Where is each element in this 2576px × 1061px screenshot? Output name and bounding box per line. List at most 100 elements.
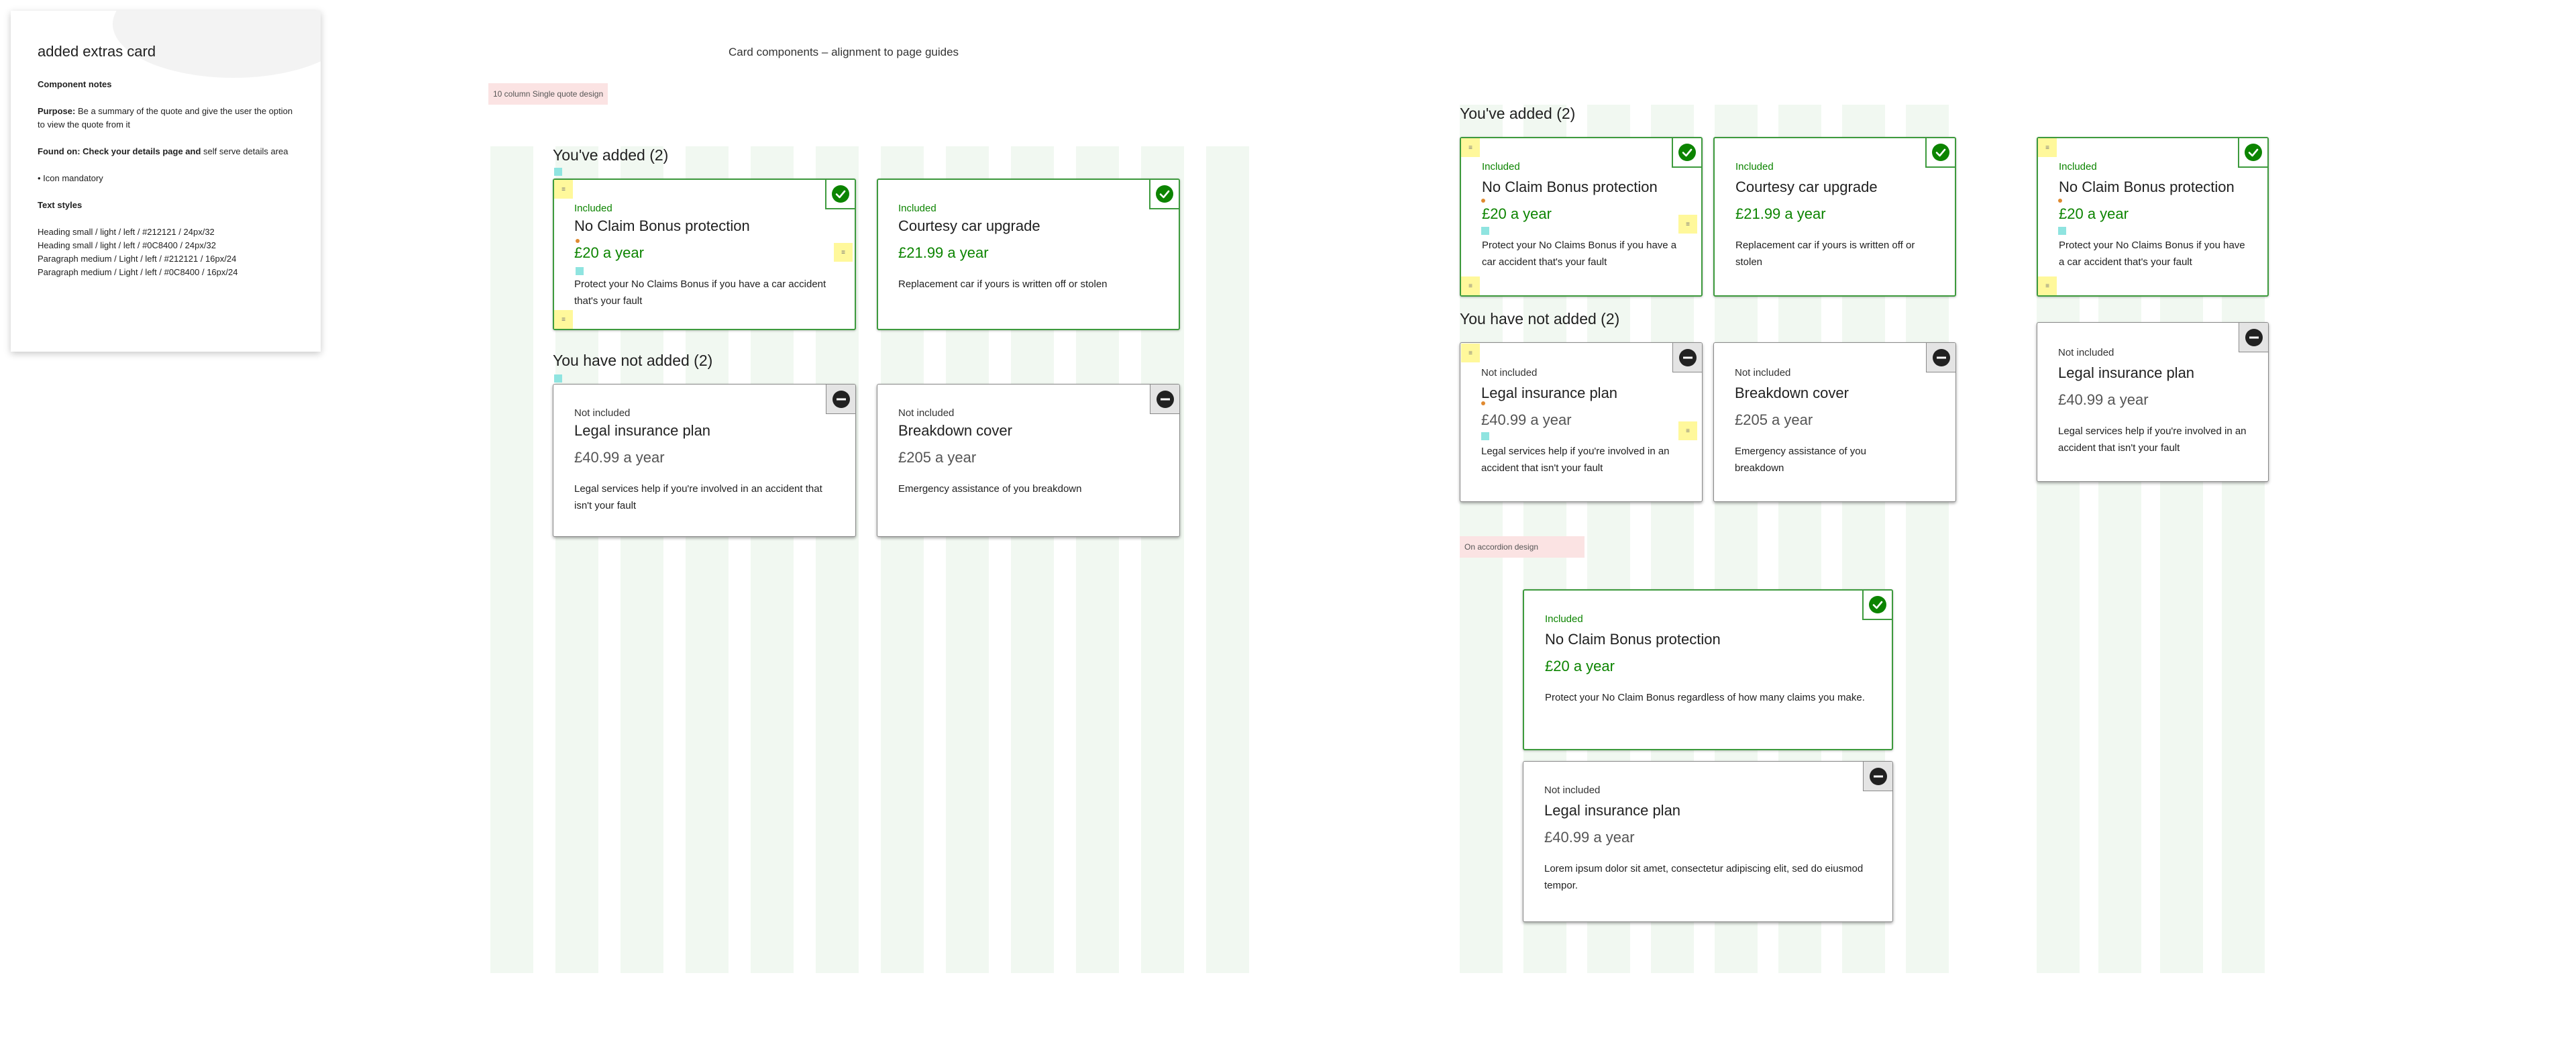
not-included-badge [1672,343,1702,372]
extra-card-courtesy[interactable]: Included Courtesy car upgrade £21.99 a y… [1713,137,1956,297]
card-status: Not included [2058,347,2114,358]
component-notes-label: Component notes [38,79,112,89]
extra-card-ncb-accordion[interactable]: Included No Claim Bonus protection £20 a… [1523,589,1893,750]
spacing-marker [2058,227,2066,235]
notes-title: added extras card [38,43,156,60]
check-circle-icon [2244,143,2263,162]
spacing-annotation: ≡ [1461,276,1480,295]
spacing-marker [554,374,562,383]
card-price: £20 a year [1545,658,1615,674]
card-status: Included [1735,161,1774,172]
card-title: Legal insurance plan [574,422,711,439]
card-title: Courtesy car upgrade [1735,179,1878,195]
included-badge [1925,138,1955,168]
spacing-annotation: ≡ [1461,138,1480,157]
card-price: £20 a year [2059,205,2129,222]
text-style-item: Paragraph medium / Light / left / #0C840… [38,267,238,277]
component-notes-panel: added extras card Component notes Purpos… [11,11,321,352]
included-badge [1862,591,1892,620]
extra-card-ncb[interactable]: Included No Claim Bonus protection £20 a… [553,179,856,330]
extra-card-ncb[interactable]: Included No Claim Bonus protection £20 a… [1460,137,1703,297]
card-title: No Claim Bonus protection [1545,631,1721,648]
text-style-item: Paragraph medium / Light / left / #21212… [38,254,237,264]
included-badge [825,180,855,209]
spacing-marker [1481,199,1485,203]
not-included-badge [1863,762,1892,791]
spacing-annotation: ≡ [1678,215,1697,234]
not-included-badge [1926,343,1955,372]
spacing-marker [554,168,562,176]
extra-card-ncb[interactable]: Included No Claim Bonus protection £20 a… [2037,137,2269,297]
extra-card-breakdown[interactable]: Not included Breakdown cover £205 a year… [877,384,1180,537]
card-price: £40.99 a year [1481,411,1572,428]
included-badge [1672,138,1701,168]
not-included-badge [2239,323,2268,352]
extra-card-courtesy[interactable]: Included Courtesy car upgrade £21.99 a y… [877,179,1180,330]
not-included-badge [826,385,855,414]
card-status: Not included [574,407,631,419]
card-status: Included [898,203,936,214]
guide-column [1206,146,1249,973]
card-title: Breakdown cover [1735,385,1849,401]
spacing-annotation: ≡ [2038,276,2057,295]
extra-card-legal[interactable]: Not included Legal insurance plan £40.99… [553,384,856,537]
section-heading-not-added: You have not added (2) [1460,310,1620,327]
card-description: Protect your No Claim Bonus regardless o… [1545,692,1865,703]
card-title: No Claim Bonus protection [1482,179,1658,195]
card-title: Legal insurance plan [1481,385,1618,401]
check-circle-icon [1868,595,1887,614]
section-heading-added: You've added (2) [553,146,669,164]
card-price: £20 a year [1482,205,1552,222]
text-style-item: Heading small / light / left / #0C8400 /… [38,240,216,250]
card-description: Protect your No Claims Bonus if you have… [1482,240,1677,268]
card-price: £40.99 a year [2058,391,2149,408]
card-title: No Claim Bonus protection [2059,179,2235,195]
canvas-title: Card components – alignment to page guid… [729,46,959,58]
minus-circle-icon [832,390,851,409]
card-description: Protect your No Claims Bonus if you have… [574,279,826,307]
card-title: Breakdown cover [898,422,1012,439]
check-circle-icon [831,185,850,203]
text-styles-label: Text styles [38,200,83,210]
spacing-marker [1481,432,1489,440]
spacing-annotation: ≡ [2038,138,2057,157]
section-heading-added: You've added (2) [1460,105,1576,122]
card-price: £21.99 a year [898,244,989,261]
card-status: Included [574,203,612,214]
card-description: Replacement car if yours is written off … [898,279,1108,290]
spacing-marker [576,239,580,243]
card-status: Not included [1735,367,1791,378]
card-status: Not included [1544,785,1601,796]
check-circle-icon [1931,143,1950,162]
card-price: £21.99 a year [1735,205,1826,222]
spacing-annotation: ≡ [554,310,573,329]
card-title: Legal insurance plan [1544,802,1681,819]
card-price: £40.99 a year [574,449,665,466]
card-status: Not included [898,407,955,419]
text-styles-list: Heading small / light / left / #212121 /… [38,225,294,279]
card-title: Courtesy car upgrade [898,217,1040,234]
check-circle-icon [1678,143,1697,162]
minus-circle-icon [1932,348,1951,367]
card-status: Included [2059,161,2097,172]
minus-circle-icon [1156,390,1175,409]
spacing-marker [576,267,584,275]
extra-card-legal[interactable]: Not included Legal insurance plan £40.99… [2037,322,2269,482]
accordion-design-tag: On accordion design [1460,536,1585,558]
card-description: Protect your No Claims Bonus if you have… [2059,240,2245,268]
icon-note: • Icon mandatory [38,173,103,183]
minus-circle-icon [2245,328,2263,347]
extra-card-legal-accordion[interactable]: Not included Legal insurance plan £40.99… [1523,761,1893,922]
spacing-marker [2058,199,2062,203]
not-included-badge [1150,385,1179,414]
card-status: Not included [1481,367,1538,378]
extra-card-breakdown[interactable]: Not included Breakdown cover £205 a year… [1713,342,1956,502]
spacing-annotation: ≡ [1678,421,1697,440]
card-price: £20 a year [574,244,644,261]
card-description: Emergency assistance of you breakdown [1735,446,1866,474]
minus-circle-icon [1869,767,1888,786]
spacing-annotation: ≡ [1461,344,1480,362]
spacing-annotation: ≡ [554,180,573,199]
card-price: £205 a year [1735,411,1813,428]
extra-card-legal[interactable]: Not included Legal insurance plan £40.99… [1460,342,1703,502]
